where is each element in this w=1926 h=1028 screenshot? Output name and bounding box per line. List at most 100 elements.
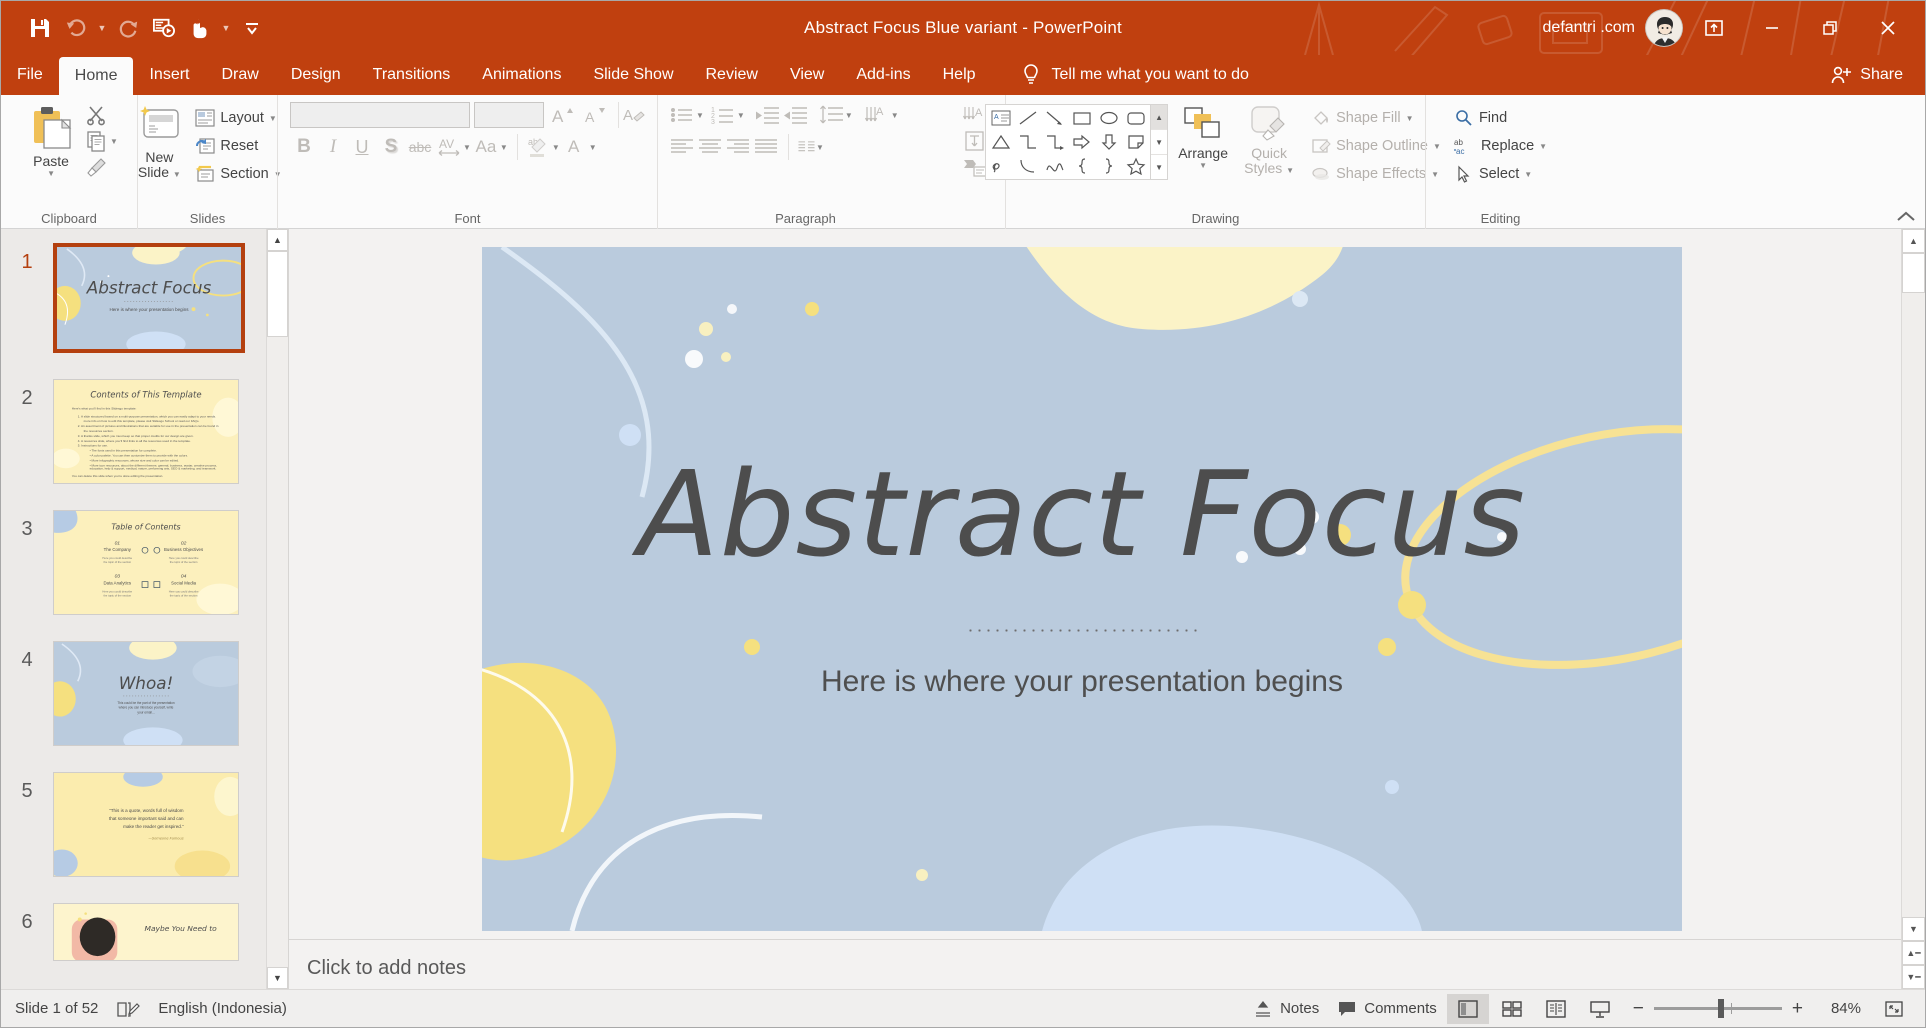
shape-arrow-icon[interactable] <box>1041 106 1068 130</box>
arrange-dropdown-icon[interactable]: ▼ <box>1199 161 1207 170</box>
fit-slide-to-window-button[interactable] <box>1873 994 1915 1024</box>
list-item[interactable]: 2 Contents of This Template Here’s what … <box>1 379 288 484</box>
current-slide[interactable]: Abstract Focus Here is where your presen… <box>482 247 1682 931</box>
notes-button[interactable]: Notes <box>1245 994 1327 1024</box>
quick-styles-dropdown-icon[interactable]: ▼ <box>1286 166 1294 175</box>
thumbnail-panel-scrollbar[interactable]: ▲ ▼ <box>266 229 288 989</box>
align-left-icon[interactable] <box>668 134 696 160</box>
layout-dropdown-icon[interactable]: ▼ <box>269 114 277 123</box>
increase-font-size-icon[interactable]: A <box>548 102 576 128</box>
numbering-icon[interactable]: 123 <box>709 102 737 128</box>
reset-button[interactable]: Reset <box>190 132 286 160</box>
align-right-icon[interactable] <box>724 134 752 160</box>
strikethrough-button[interactable]: abc <box>406 134 434 160</box>
language-label[interactable]: English (Indonesia) <box>158 1000 286 1017</box>
redo-icon[interactable] <box>111 11 145 45</box>
slide-thumbnail-1[interactable]: Abstract Focus Here is where your presen… <box>53 243 245 353</box>
shape-fill-dropdown-icon[interactable]: ▼ <box>1406 114 1414 123</box>
change-case-icon[interactable]: Aa <box>472 134 500 160</box>
format-painter-icon[interactable] <box>82 154 110 180</box>
find-button[interactable]: Find <box>1449 104 1552 132</box>
restore-icon[interactable] <box>1803 8 1857 48</box>
shape-elbow-arrow-icon[interactable] <box>1041 130 1068 154</box>
minimize-icon[interactable] <box>1745 8 1799 48</box>
paste-button[interactable]: Paste ▼ <box>20 102 82 180</box>
columns-icon[interactable] <box>788 134 816 160</box>
replace-button[interactable]: ab ac Replace ▼ <box>1449 132 1552 160</box>
new-slide-dropdown-icon[interactable]: ▼ <box>173 170 181 179</box>
shape-arc-icon[interactable] <box>1014 154 1041 178</box>
columns-dropdown-icon[interactable]: ▼ <box>816 143 824 152</box>
thumbnail-scroll-down-icon[interactable]: ▼ <box>267 967 288 989</box>
zoom-in-button[interactable]: + <box>1792 998 1803 1020</box>
shape-right-brace-icon[interactable] <box>1095 154 1122 178</box>
zoom-control[interactable]: − + 84% <box>1623 998 1871 1020</box>
slide-thumbnail-3[interactable]: Table of Contents 01 The Company Here yo… <box>53 510 239 615</box>
slide-thumbnail-2[interactable]: Contents of This Template Here’s what yo… <box>53 379 239 484</box>
thumbnail-scroll-up-icon[interactable]: ▲ <box>267 229 288 251</box>
arrange-button[interactable]: Arrange ▼ <box>1174 102 1232 172</box>
character-spacing-dropdown-icon[interactable]: ▼ <box>463 143 471 152</box>
collapse-ribbon-icon[interactable] <box>1895 210 1917 224</box>
paste-dropdown-icon[interactable]: ▼ <box>47 169 55 178</box>
bold-button[interactable]: B <box>290 134 318 160</box>
thumbnail-scrollbar-track[interactable] <box>267 337 288 967</box>
list-item[interactable]: 5 “This is a quote, words full of wisdom… <box>1 772 288 877</box>
tab-home[interactable]: Home <box>58 57 134 95</box>
list-item[interactable]: 6 Maybe You Need to <box>1 903 288 961</box>
tab-insert[interactable]: Insert <box>133 55 205 95</box>
copy-icon[interactable] <box>82 128 110 154</box>
touch-dropdown-icon[interactable]: ▼ <box>219 11 233 45</box>
font-size-input[interactable] <box>474 102 544 128</box>
clear-formatting-icon[interactable]: A <box>618 102 646 128</box>
shape-star-icon[interactable] <box>1122 154 1149 178</box>
shapes-scroll-down-icon[interactable]: ▼ <box>1151 129 1168 154</box>
tab-view[interactable]: View <box>774 55 840 95</box>
select-button[interactable]: Select ▼ <box>1449 160 1552 188</box>
zoom-out-button[interactable]: − <box>1633 998 1644 1020</box>
thumbnail-scrollbar-thumb[interactable] <box>267 251 288 337</box>
slide-thumbnail-6[interactable]: Maybe You Need to <box>53 903 239 961</box>
close-icon[interactable] <box>1861 8 1915 48</box>
present-icon[interactable] <box>147 11 181 45</box>
accessibility-check-icon[interactable] <box>116 999 141 1019</box>
text-shadow-button[interactable]: S <box>377 134 405 160</box>
scrollbar-thumb[interactable] <box>1902 253 1925 293</box>
tell-me-search[interactable]: Tell me what you want to do <box>1020 55 1249 95</box>
layout-button[interactable]: Layout ▼ <box>190 104 286 132</box>
scrollbar-track[interactable] <box>1902 293 1925 917</box>
justify-icon[interactable] <box>752 134 780 160</box>
tab-animations[interactable]: Animations <box>466 55 577 95</box>
account-name[interactable]: defantri .com <box>1543 19 1635 37</box>
shape-folded-corner-icon[interactable] <box>1122 130 1149 154</box>
shape-down-arrow-icon[interactable] <box>1095 130 1122 154</box>
decrease-font-size-icon[interactable]: A <box>580 102 608 128</box>
tab-slide-show[interactable]: Slide Show <box>577 55 689 95</box>
text-direction-dropdown-icon[interactable]: ▼ <box>891 111 899 120</box>
tab-review[interactable]: Review <box>690 55 774 95</box>
touch-icon[interactable] <box>183 11 217 45</box>
font-color-dropdown-icon[interactable]: ▼ <box>589 143 597 152</box>
zoom-level-label[interactable]: 84% <box>1813 1000 1861 1017</box>
previous-slide-icon[interactable]: ▲━ <box>1902 941 1925 965</box>
slide-subtitle-text[interactable]: Here is where your presentation begins <box>482 665 1682 699</box>
shape-left-brace-icon[interactable] <box>1068 154 1095 178</box>
next-slide-icon[interactable]: ▼━ <box>1902 965 1925 989</box>
new-slide-button[interactable]: New Slide ▼ <box>128 102 190 184</box>
share-button[interactable]: Share <box>1831 55 1925 95</box>
list-item[interactable]: 1 Abstract Focus Here is where your pres… <box>1 243 288 353</box>
line-spacing-icon[interactable] <box>817 102 845 128</box>
scroll-down-icon[interactable]: ▼ <box>1902 917 1925 941</box>
list-item[interactable]: 3 Table of Contents 01 The Company Here … <box>1 510 288 615</box>
undo-dropdown-icon[interactable]: ▼ <box>95 11 109 45</box>
bullets-icon[interactable] <box>668 102 696 128</box>
tab-help[interactable]: Help <box>927 55 992 95</box>
tab-add-ins[interactable]: Add-ins <box>840 55 926 95</box>
shapes-gallery-scrollbar[interactable]: ▲ ▼ ▼ <box>1150 105 1168 179</box>
shapes-scroll-up-icon[interactable]: ▲ <box>1151 105 1168 129</box>
align-center-icon[interactable] <box>696 134 724 160</box>
notes-pane[interactable]: Click to add notes <box>289 939 1901 989</box>
line-spacing-dropdown-icon[interactable]: ▼ <box>845 111 853 120</box>
cut-icon[interactable] <box>82 102 110 128</box>
tab-file[interactable]: File <box>1 55 59 95</box>
